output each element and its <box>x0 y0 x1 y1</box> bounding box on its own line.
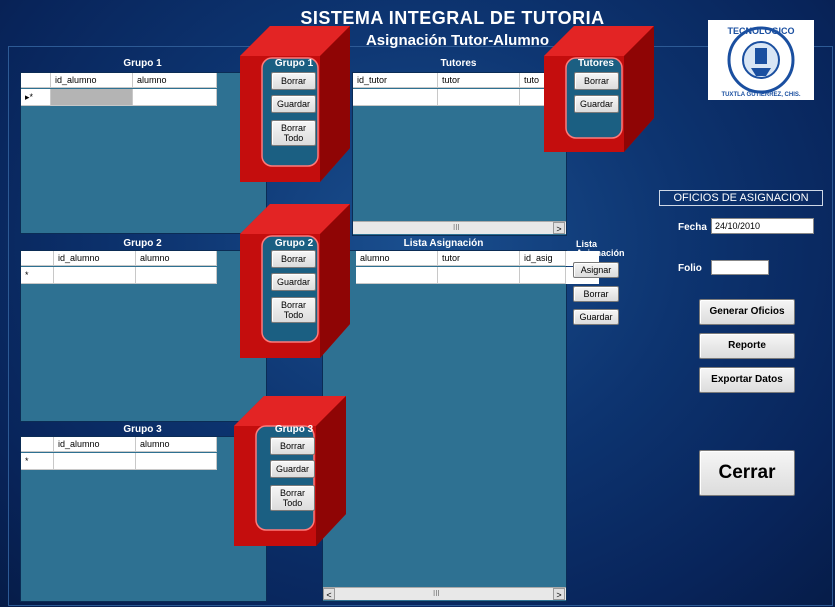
tutores-caption: Tutores <box>440 58 477 69</box>
grupo1-borrar-todo-button[interactable]: Borrar Todo <box>271 120 316 146</box>
grupo3-new-row[interactable]: * <box>21 453 217 470</box>
button-label-line: Todo <box>283 310 304 320</box>
lista-asignar-button[interactable]: Asignar <box>573 262 619 278</box>
exportar-datos-button[interactable]: Exportar Datos <box>699 367 795 393</box>
grupo1-borrar-button[interactable]: Borrar <box>271 72 316 90</box>
grupo1-grid[interactable]: id_alumno alumno ▸* <box>20 72 267 234</box>
column-header[interactable]: id_tutor <box>353 73 438 88</box>
grid-cell[interactable] <box>353 89 438 106</box>
grupo3-guardar-button[interactable]: Guardar <box>270 460 315 478</box>
scroll-right-arrow[interactable]: > <box>553 222 565 234</box>
grupo2-caption: Grupo 2 <box>123 238 162 249</box>
grupo2-borrar-button[interactable]: Borrar <box>271 250 316 268</box>
generar-oficios-button[interactable]: Generar Oficios <box>699 299 795 325</box>
column-header[interactable]: tuto <box>520 73 566 88</box>
grid-corner <box>21 437 54 452</box>
grid-cell[interactable] <box>438 89 520 106</box>
lista-guardar-button[interactable]: Guardar <box>573 309 619 325</box>
column-header[interactable]: id_alumno <box>54 437 136 452</box>
grid-cell[interactable] <box>54 453 136 470</box>
grid-cell[interactable] <box>520 267 566 284</box>
lista-new-row[interactable] <box>356 267 599 284</box>
tutores-buttons-caption: Tutores <box>578 58 614 69</box>
lista-grid[interactable]: alumno tutor id_asig < III > <box>322 250 599 602</box>
column-header[interactable]: alumno <box>136 437 217 452</box>
column-header[interactable]: alumno <box>356 251 438 266</box>
grid-cell[interactable] <box>520 89 566 106</box>
fecha-input[interactable]: 24/10/2010 <box>711 218 814 234</box>
column-header[interactable]: alumno <box>133 73 217 88</box>
button-label-line: Borrar <box>279 488 305 498</box>
logo-text-top: TECNOLOGICO <box>728 26 795 36</box>
tecnologico-logo: TECNOLOGICO TUXTLA GUTIERREZ, CHIS. <box>708 20 814 100</box>
grupo3-borrar-button[interactable]: Borrar <box>270 437 315 455</box>
tutores-guardar-button[interactable]: Guardar <box>574 95 619 113</box>
button-label-line: Todo <box>282 498 303 508</box>
tutores-grid-header: id_tutor tutor tuto <box>353 73 566 88</box>
grupo2-new-row[interactable]: * <box>21 267 217 284</box>
grupo1-grid-header: id_alumno alumno <box>21 73 217 88</box>
grupo1-buttons-caption: Grupo 1 <box>274 58 314 69</box>
row-selector[interactable]: * <box>21 453 54 470</box>
folio-label: Folio <box>678 263 702 274</box>
button-label-line: Borrar <box>280 300 306 310</box>
grupo2-grid-header: id_alumno alumno <box>21 251 217 266</box>
column-header[interactable]: id_alumno <box>54 251 136 266</box>
tutores-hscrollbar[interactable]: III > <box>353 221 566 234</box>
scroll-left-arrow[interactable]: < <box>323 588 335 600</box>
lista-grid-header: alumno tutor id_asig <box>356 251 599 266</box>
logo-text-bottom: TUXTLA GUTIERREZ, CHIS. <box>721 92 800 98</box>
grupo3-buttons-caption: Grupo 3 <box>274 424 314 435</box>
fecha-label: Fecha <box>678 222 707 233</box>
lista-borrar-button[interactable]: Borrar <box>573 286 619 302</box>
grupo3-caption: Grupo 3 <box>123 424 162 435</box>
grupo2-buttons-caption: Grupo 2 <box>274 238 314 249</box>
oficios-title: OFICIOS DE ASIGNACION <box>659 190 823 206</box>
grupo2-guardar-button[interactable]: Guardar <box>271 273 316 291</box>
column-header[interactable]: id_alumno <box>51 73 133 88</box>
grupo3-grid[interactable]: id_alumno alumno * <box>20 436 267 602</box>
grupo1-caption: Grupo 1 <box>123 58 162 69</box>
grid-cell[interactable] <box>136 267 217 284</box>
cerrar-button[interactable]: Cerrar <box>699 450 795 496</box>
tutores-grid[interactable]: id_tutor tutor tuto III > <box>352 72 567 236</box>
tutores-borrar-button[interactable]: Borrar <box>574 72 619 90</box>
grid-cell[interactable] <box>438 267 520 284</box>
lista-hscrollbar[interactable]: < III > <box>323 587 566 600</box>
grupo1-new-row[interactable]: ▸* <box>21 89 217 106</box>
column-header[interactable]: id_asig <box>520 251 566 266</box>
grupo2-grid[interactable]: id_alumno alumno * <box>20 250 267 422</box>
grid-cell[interactable] <box>136 453 217 470</box>
row-selector[interactable]: * <box>21 267 54 284</box>
grid-corner <box>21 73 51 88</box>
grupo1-guardar-button[interactable]: Guardar <box>271 95 316 113</box>
button-label-line: Todo <box>283 133 304 143</box>
column-header[interactable]: tutor <box>438 251 520 266</box>
row-selector[interactable]: ▸* <box>21 89 51 106</box>
tutores-new-row[interactable] <box>353 89 566 106</box>
column-header[interactable]: tutor <box>438 73 520 88</box>
caption-line: Asignación <box>576 248 625 258</box>
column-header[interactable]: alumno <box>136 251 217 266</box>
grid-cell[interactable] <box>356 267 438 284</box>
grupo3-grid-header: id_alumno alumno <box>21 437 217 452</box>
scroll-thumb-grip[interactable]: III <box>433 588 440 600</box>
grid-cell[interactable] <box>51 89 133 106</box>
grupo3-borrar-todo-button[interactable]: Borrar Todo <box>270 485 315 511</box>
lista-buttons-caption: Lista Asignación <box>576 240 625 258</box>
button-label-line: Borrar <box>280 123 306 133</box>
grid-cell[interactable] <box>54 267 136 284</box>
grupo2-borrar-todo-button[interactable]: Borrar Todo <box>271 297 316 323</box>
lista-caption: Lista Asignación <box>403 238 484 249</box>
scroll-right-arrow[interactable]: > <box>553 588 565 600</box>
scroll-thumb-grip[interactable]: III <box>453 222 460 234</box>
grid-corner <box>21 251 54 266</box>
folio-input[interactable] <box>711 260 769 275</box>
grid-cell[interactable] <box>133 89 217 106</box>
reporte-button[interactable]: Reporte <box>699 333 795 359</box>
